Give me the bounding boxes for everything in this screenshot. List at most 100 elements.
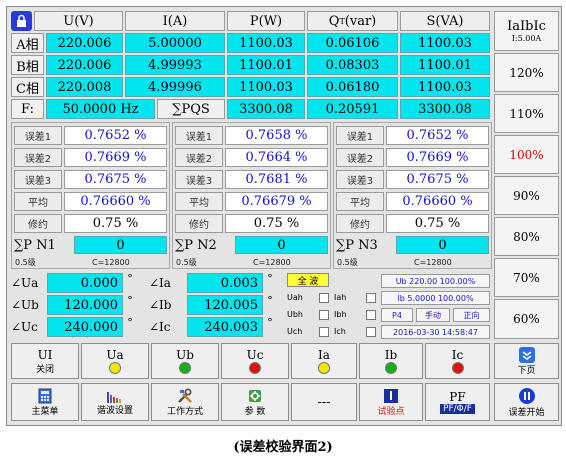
ich-checkbox[interactable]: Ich xyxy=(334,325,376,338)
avg-value: 0.76679 % xyxy=(225,192,328,211)
uah-box[interactable] xyxy=(319,292,329,303)
sum-s: 3300.08 xyxy=(400,99,490,119)
angle-ib-label: ∠Ib xyxy=(149,298,172,312)
err3-label: 误差3 xyxy=(175,170,223,189)
work-mode-button[interactable]: 工作方式 xyxy=(151,383,219,421)
err2-value: 0.7669 % xyxy=(386,148,489,167)
avg-value: 0.76660 % xyxy=(386,192,489,211)
error-group-2: 误差1 0.7658 % 误差2 0.7664 % 误差3 0.7681 % 平… xyxy=(172,122,331,269)
err3-value: 0.7681 % xyxy=(225,170,328,189)
err2-label: 误差2 xyxy=(336,148,384,167)
indicator-ub-light xyxy=(179,362,191,374)
err3-label: 误差3 xyxy=(14,170,62,189)
status-ib: Ib 5.0000 100.00% xyxy=(381,291,490,305)
phase-b-s: 1100.01 xyxy=(400,55,490,75)
err1-label: 误差1 xyxy=(175,126,223,145)
angle-ia-label: ∠Ia xyxy=(149,276,171,290)
chevron-down-icon xyxy=(518,346,535,363)
iah-checkbox[interactable]: Iah xyxy=(334,291,376,304)
level-80-button[interactable]: 80% xyxy=(494,217,559,256)
full-wave-badge[interactable]: 全 波 xyxy=(287,273,329,287)
ui-label: UI xyxy=(37,347,53,362)
phase-c-q: 0.06180 xyxy=(307,77,398,97)
pulse-count-value: 0 xyxy=(396,236,489,254)
phase-a-p: 1100.03 xyxy=(227,33,305,53)
ubh-checkbox[interactable]: Ubh xyxy=(287,308,329,321)
err2-label: 误差2 xyxy=(175,148,223,167)
ich-label: Ich xyxy=(334,327,346,336)
iah-box[interactable] xyxy=(366,292,376,303)
indicator-uc: Uc xyxy=(221,343,289,379)
indicator-uc-light xyxy=(249,362,261,374)
ich-box[interactable] xyxy=(366,326,376,337)
round-label: 修约 xyxy=(14,214,62,233)
main-menu-button[interactable]: 主菜单 xyxy=(11,383,79,421)
constant-label: C=12800 xyxy=(253,257,291,267)
header-s: S(VA) xyxy=(400,11,490,31)
error-group-1: 误差1 0.7652 % 误差2 0.7669 % 误差3 0.7675 % 平… xyxy=(11,122,170,269)
phase-c-i: 4.99996 xyxy=(125,77,225,97)
round-label: 修约 xyxy=(336,214,384,233)
empty-function-button[interactable]: --- xyxy=(291,383,357,421)
pf-phi-f-button[interactable]: PF PF/Φ/F xyxy=(425,383,490,421)
avg-value: 0.76660 % xyxy=(64,192,167,211)
indicator-ub: Ub xyxy=(151,343,219,379)
angle-ua-value: 0.000 xyxy=(47,273,123,293)
meter-screen: U(V) I(A) P(W) Q T (var) S(VA) A相 220.006 … xyxy=(6,6,562,426)
uah-checkbox[interactable]: Uah xyxy=(287,291,329,304)
level-90-button[interactable]: 90% xyxy=(494,176,559,215)
round-value: 0.75 % xyxy=(386,214,489,233)
parameters-button[interactable]: 参 数 xyxy=(221,383,289,421)
settings-icon xyxy=(249,389,261,402)
indicator-ub-label: Ub xyxy=(176,348,194,362)
ibh-box[interactable] xyxy=(366,309,376,320)
angle-uc-label: ∠Uc xyxy=(11,320,38,334)
parameters-label: 参 数 xyxy=(244,406,266,417)
level-60-button[interactable]: 60% xyxy=(494,299,559,339)
phase-a-label: A相 xyxy=(11,33,44,53)
round-value: 0.75 % xyxy=(225,214,328,233)
angle-uc-deg: ° xyxy=(127,315,133,329)
error-start-button[interactable]: 误差开始 xyxy=(494,383,559,421)
avg-label: 平均 xyxy=(14,192,62,211)
current-range-header: IaIbIc I:5.00A xyxy=(494,11,559,51)
constant-label: C=12800 xyxy=(92,257,130,267)
phase-b-i: 4.99993 xyxy=(125,55,225,75)
ibh-checkbox[interactable]: Ibh xyxy=(334,308,376,321)
ubh-box[interactable] xyxy=(319,309,329,320)
uch-checkbox[interactable]: Uch xyxy=(287,325,329,338)
indicator-ia-light xyxy=(318,362,330,374)
status-forward[interactable]: 正向 xyxy=(453,308,490,322)
avg-label: 平均 xyxy=(175,192,223,211)
sum-q: 0.20591 xyxy=(307,99,398,119)
level-70-button[interactable]: 70% xyxy=(494,258,559,297)
pulse-count-value: 0 xyxy=(235,236,328,254)
level-100-button[interactable]: 100% xyxy=(494,135,559,174)
err1-label: 误差1 xyxy=(336,126,384,145)
lock-icon[interactable] xyxy=(11,11,32,31)
angle-ic-deg: ° xyxy=(267,315,273,329)
level-120-button[interactable]: 120% xyxy=(494,53,559,92)
harmonic-settings-button[interactable]: 谐波设置 xyxy=(81,383,149,421)
pf-top-label: PF xyxy=(449,390,466,404)
header-i: I(A) xyxy=(125,11,225,31)
level-110-button[interactable]: 110% xyxy=(494,94,559,133)
angle-ia-deg: ° xyxy=(267,271,273,285)
empty-function-label: --- xyxy=(317,395,331,409)
angle-ib-deg: ° xyxy=(267,293,273,307)
ui-toggle-button[interactable]: UI 关闭 xyxy=(11,343,79,379)
phase-b-u: 220.006 xyxy=(46,55,123,75)
phase-c-u: 220.008 xyxy=(46,77,123,97)
status-manual[interactable]: 手动 xyxy=(416,308,450,322)
test-point-button[interactable]: 试验点 xyxy=(359,383,423,421)
angle-ic-value: 240.003 xyxy=(187,317,263,337)
bar-chart-icon xyxy=(107,391,121,403)
uch-label: Uch xyxy=(287,327,303,336)
indicator-uc-label: Uc xyxy=(246,348,264,362)
uch-box[interactable] xyxy=(319,326,329,337)
err2-label: 误差2 xyxy=(14,148,62,167)
indicator-ic: Ic xyxy=(425,343,490,379)
current-range-title: IaIbIc xyxy=(507,19,546,34)
next-page-button[interactable]: 下页 xyxy=(494,343,559,379)
sum-pqs-label: ∑PQS xyxy=(157,99,225,119)
